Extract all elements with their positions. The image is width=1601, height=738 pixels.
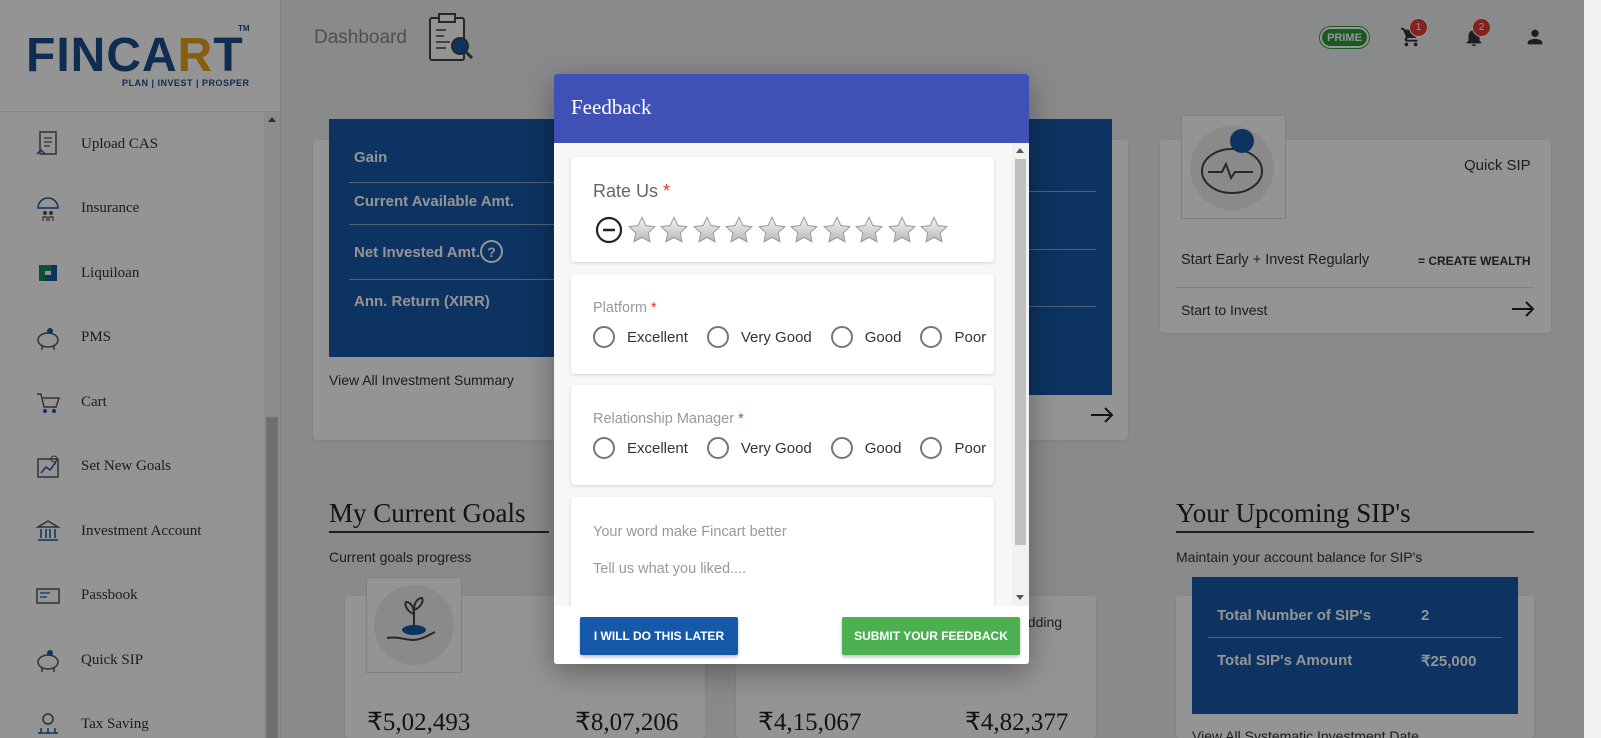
- modal-body: Rate Us * Platform * Excellent Very Good…: [554, 143, 1029, 606]
- option-label: Very Good: [740, 439, 812, 457]
- radio-circle[interactable]: [706, 437, 729, 459]
- platform-option-good[interactable]: Good: [830, 326, 902, 348]
- option-label: Good: [864, 328, 902, 346]
- relationship-manager-section: Relationship Manager * Excellent Very Go…: [571, 385, 994, 485]
- platform-option-excellent[interactable]: Excellent: [593, 326, 688, 348]
- star-icon[interactable]: [723, 215, 756, 245]
- modal-footer: I WILL DO THIS LATER SUBMIT YOUR FEEDBAC…: [554, 606, 1029, 664]
- feedback-modal: Feedback Rate Us * Platform * Excellent …: [554, 74, 1029, 664]
- radio-circle[interactable]: [920, 437, 943, 459]
- platform-label: Platform *: [593, 300, 657, 316]
- platform-radio-group: Excellent Very Good Good Poor: [593, 326, 986, 348]
- rate-us-label: Rate Us *: [593, 181, 671, 201]
- radio-circle[interactable]: [706, 326, 729, 348]
- rate-us-section: Rate Us *: [571, 157, 994, 262]
- star-icon[interactable]: [626, 215, 659, 245]
- option-label: Excellent: [627, 328, 688, 346]
- do-later-button[interactable]: I WILL DO THIS LATER: [580, 617, 738, 655]
- star-icon[interactable]: [788, 215, 821, 245]
- star-icon[interactable]: [658, 215, 691, 245]
- platform-option-very-good[interactable]: Very Good: [706, 326, 812, 348]
- option-label: Excellent: [627, 439, 688, 457]
- rm-option-good[interactable]: Good: [830, 437, 902, 459]
- clear-rating-icon[interactable]: [593, 215, 626, 245]
- relationship-manager-label: Relationship Manager *: [593, 411, 744, 427]
- star-icon[interactable]: [886, 215, 919, 245]
- platform-option-poor[interactable]: Poor: [920, 326, 986, 348]
- modal-scrollbar[interactable]: [1012, 143, 1029, 606]
- star-icon[interactable]: [918, 215, 951, 245]
- comment-textarea[interactable]: Tell us what you liked....: [593, 561, 746, 577]
- radio-circle[interactable]: [920, 326, 943, 348]
- comment-section: Your word make Fincart better Tell us wh…: [571, 497, 994, 606]
- page-scrollbar[interactable]: [1584, 0, 1601, 738]
- platform-section: Platform * Excellent Very Good Good Poor: [571, 274, 994, 374]
- scroll-up-arrow-icon[interactable]: [1016, 148, 1024, 153]
- radio-circle[interactable]: [830, 326, 853, 348]
- star-icon[interactable]: [756, 215, 789, 245]
- rm-option-excellent[interactable]: Excellent: [593, 437, 688, 459]
- modal-title: Feedback: [554, 74, 1029, 143]
- star-list: [626, 215, 951, 245]
- rm-option-poor[interactable]: Poor: [920, 437, 986, 459]
- option-label: Poor: [954, 439, 987, 457]
- radio-circle[interactable]: [593, 437, 615, 459]
- submit-feedback-button[interactable]: SUBMIT YOUR FEEDBACK: [842, 617, 1020, 655]
- radio-circle[interactable]: [593, 326, 615, 348]
- scroll-down-arrow-icon[interactable]: [1016, 595, 1024, 600]
- comment-label: Your word make Fincart better: [593, 524, 787, 540]
- star-icon[interactable]: [691, 215, 724, 245]
- star-rating: [593, 215, 951, 245]
- radio-circle[interactable]: [830, 437, 853, 459]
- rm-option-very-good[interactable]: Very Good: [706, 437, 812, 459]
- modal-scroll-thumb[interactable]: [1015, 159, 1026, 545]
- option-label: Very Good: [740, 328, 812, 346]
- star-icon[interactable]: [853, 215, 886, 245]
- star-icon[interactable]: [821, 215, 854, 245]
- rm-radio-group: Excellent Very Good Good Poor: [593, 437, 986, 459]
- option-label: Poor: [954, 328, 987, 346]
- option-label: Good: [864, 439, 902, 457]
